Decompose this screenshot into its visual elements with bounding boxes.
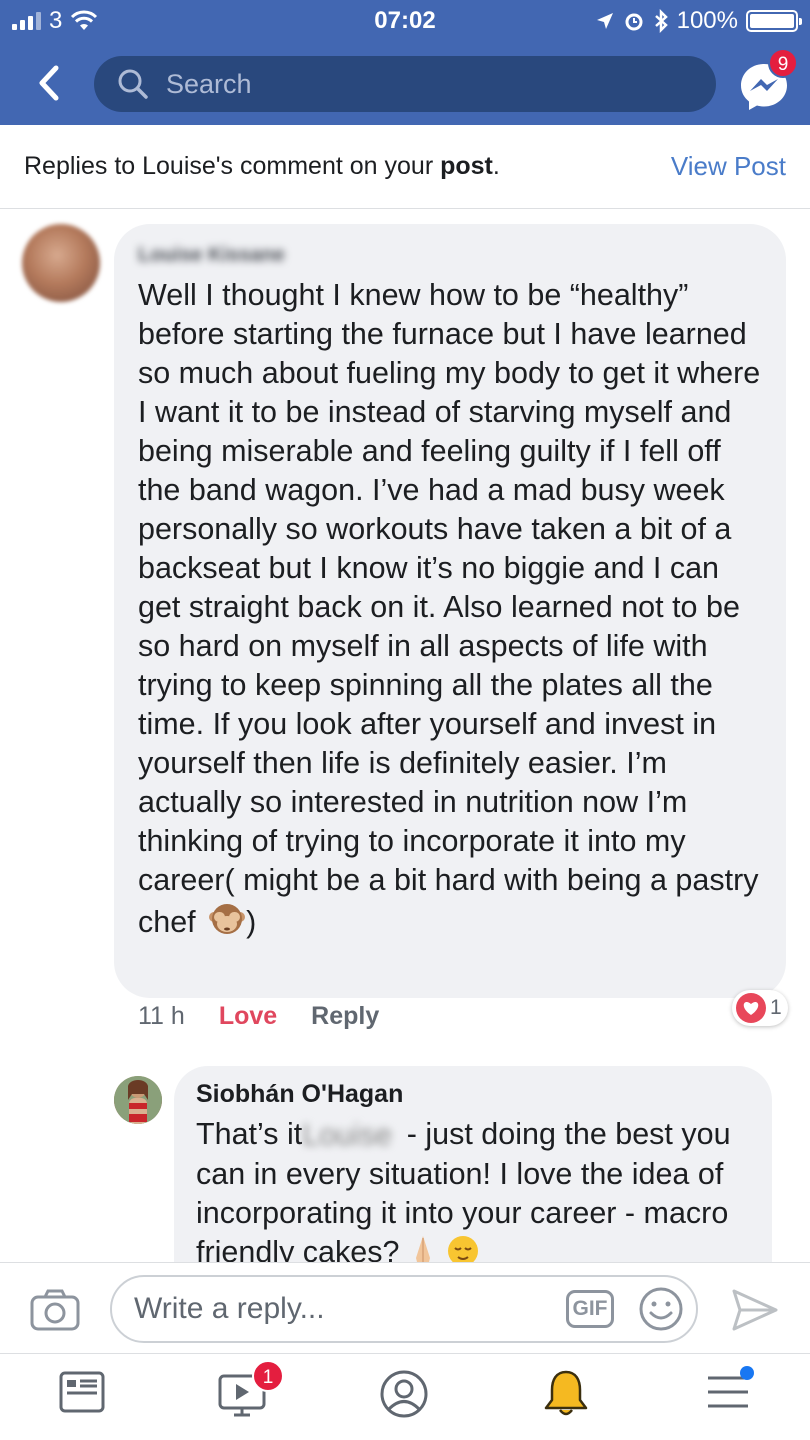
gif-button[interactable]: GIF xyxy=(566,1290,614,1328)
send-icon[interactable] xyxy=(730,1287,780,1333)
profile-icon xyxy=(380,1370,428,1418)
comment-text: Well I thought I knew how to be “healthy… xyxy=(138,278,761,939)
battery-icon xyxy=(746,10,802,32)
status-right: 100% xyxy=(595,7,802,35)
tab-notifications[interactable] xyxy=(540,1368,594,1422)
avatar[interactable] xyxy=(22,224,100,302)
news-feed-icon xyxy=(59,1371,105,1413)
reply-field[interactable]: GIF xyxy=(110,1275,698,1343)
comment-meta: 11 h Love Reply xyxy=(138,1002,379,1031)
search-icon xyxy=(118,69,148,99)
camera-icon[interactable] xyxy=(30,1289,80,1331)
bell-icon xyxy=(544,1370,588,1416)
menu-notification-dot xyxy=(740,1366,754,1380)
alarm-icon xyxy=(625,13,643,31)
blurred-mention: Louise xyxy=(302,1118,393,1153)
reply-text: That’s itLouise - just doing the best yo… xyxy=(196,1117,731,1270)
reply-avatar[interactable] xyxy=(114,1076,162,1124)
watch-badge: 1 xyxy=(252,1360,284,1392)
reaction-number: 1 xyxy=(770,996,782,1019)
bluetooth-icon xyxy=(654,9,668,33)
messenger-button[interactable]: 9 xyxy=(736,48,798,114)
tab-watch[interactable]: 1 xyxy=(216,1360,284,1422)
reply-composer: GIF xyxy=(0,1262,810,1354)
back-icon[interactable] xyxy=(30,58,70,108)
status-bar: 3 07:02 100% xyxy=(0,0,810,42)
replies-header: Replies to Louise's comment on your post… xyxy=(0,125,810,209)
reply-author[interactable]: Siobhán O'Hagan xyxy=(196,1080,750,1109)
top-bar: 3 07:02 100% 9 xyxy=(0,0,810,125)
heart-icon xyxy=(736,993,766,1023)
tab-menu[interactable] xyxy=(704,1366,758,1422)
reply-button[interactable]: Reply xyxy=(311,1002,379,1031)
location-arrow-icon xyxy=(596,13,613,29)
reaction-count[interactable]: 1 xyxy=(732,990,788,1026)
emoji-icon[interactable] xyxy=(638,1286,684,1332)
see-no-evil-monkey-icon xyxy=(209,904,246,934)
tab-profile[interactable] xyxy=(378,1368,432,1422)
search-input[interactable] xyxy=(166,68,666,100)
comment-bubble: Louise Kissane Well I thought I knew how… xyxy=(114,224,786,998)
tab-news-feed[interactable] xyxy=(58,1368,112,1422)
love-button[interactable]: Love xyxy=(219,1002,277,1031)
reply-input[interactable] xyxy=(134,1292,534,1326)
comment-time: 11 h xyxy=(138,1002,185,1030)
search-bar[interactable] xyxy=(94,56,716,112)
view-post-link[interactable]: View Post xyxy=(671,151,786,182)
messenger-badge: 9 xyxy=(768,48,798,78)
replies-header-text: Replies to Louise's comment on your post… xyxy=(24,152,500,180)
bottom-tab-bar: 1 xyxy=(0,1354,810,1440)
comment-author[interactable]: Louise Kissane xyxy=(138,244,324,268)
battery-percent: 100% xyxy=(676,7,738,34)
